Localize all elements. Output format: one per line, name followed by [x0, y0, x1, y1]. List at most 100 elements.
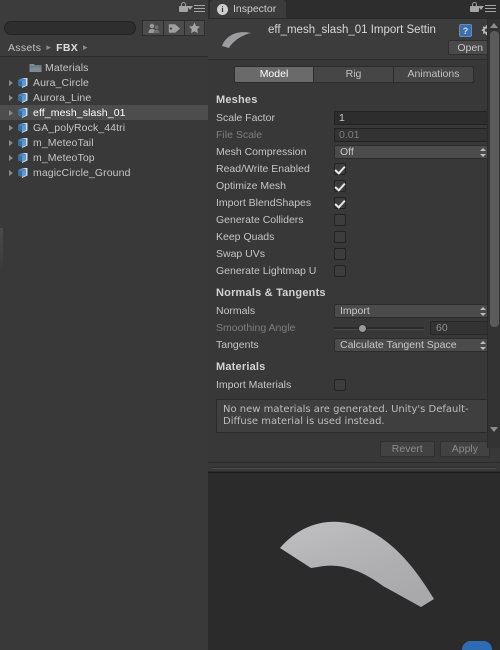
- search-input[interactable]: [4, 21, 136, 35]
- filter-by-type-button[interactable]: [142, 20, 163, 36]
- smoothing-angle-control: 60: [334, 320, 492, 335]
- mesh-compression-dropdown[interactable]: Off: [334, 144, 492, 159]
- breadcrumb-assets[interactable]: Assets: [8, 42, 41, 54]
- tab-model[interactable]: Model: [234, 65, 314, 83]
- inspector-header: eff_mesh_slash_01 Import Settin ? Open: [208, 19, 500, 60]
- expand-twisty[interactable]: [6, 78, 16, 88]
- list-item[interactable]: m_MeteoTail: [0, 135, 208, 150]
- tab-inspector[interactable]: i Inspector: [210, 0, 287, 18]
- field-scale-factor: Scale Factor 1: [216, 109, 492, 126]
- menu-icon[interactable]: [478, 3, 496, 13]
- slider-track: [334, 326, 424, 330]
- optimize-mesh-checkbox[interactable]: [334, 179, 346, 192]
- prefab-model-icon: [16, 91, 30, 104]
- breadcrumb-separator-1: ▸: [46, 42, 52, 52]
- import-settings-tabs: Model Rig Animations: [208, 60, 500, 85]
- smoothing-angle-slider[interactable]: [334, 322, 424, 334]
- project-titlebar: [0, 0, 208, 17]
- list-item-label: Aurora_Line: [33, 91, 92, 104]
- generate-lightmap-uvs-checkbox[interactable]: [334, 264, 346, 277]
- unity-editor-window: Assets ▸ FBX ▸ Materials Aura_Circle Aur…: [0, 0, 500, 650]
- scroll-up-arrow[interactable]: [488, 20, 499, 31]
- revert-button[interactable]: Revert: [379, 441, 435, 457]
- list-item-label: Materials: [45, 61, 89, 74]
- panel-resize-handle[interactable]: [0, 228, 3, 270]
- field-label: Optimize Mesh: [216, 179, 287, 192]
- expand-twisty[interactable]: [6, 123, 16, 133]
- page-title: eff_mesh_slash_01 Import Settin: [268, 24, 436, 36]
- inspector-scrollbar[interactable]: [487, 19, 500, 448]
- field-label: Mesh Compression: [216, 145, 307, 158]
- chevron-updown-icon: [480, 147, 487, 157]
- list-item-label: GA_polyRock_44tri: [33, 121, 126, 134]
- tab-animations[interactable]: Animations: [394, 65, 474, 83]
- list-item[interactable]: m_MeteoTop: [0, 150, 208, 165]
- field-label: Normals: [216, 304, 256, 317]
- list-item-label: eff_mesh_slash_01: [33, 106, 126, 119]
- breadcrumb-fbx[interactable]: FBX: [56, 42, 78, 54]
- field-swap-uvs: Swap UVs: [216, 245, 492, 262]
- file-scale-input: 0.01: [334, 127, 492, 142]
- model-import-settings: Meshes Scale Factor 1 File Scale 0.01 Me…: [208, 85, 500, 457]
- menu-icon[interactable]: [187, 3, 205, 13]
- expand-twisty[interactable]: [6, 108, 16, 118]
- list-item[interactable]: Aurora_Line: [0, 90, 208, 105]
- preview-control-pill[interactable]: [462, 641, 492, 650]
- list-item[interactable]: magicCircle_Ground: [0, 165, 208, 180]
- prefab-model-icon: [16, 106, 30, 119]
- list-item[interactable]: GA_polyRock_44tri: [0, 120, 208, 135]
- field-normals: Normals Import: [216, 302, 492, 319]
- scroll-down-arrow[interactable]: [488, 424, 499, 435]
- expand-twisty[interactable]: [6, 138, 16, 148]
- list-item-label: magicCircle_Ground: [33, 166, 131, 179]
- field-generate-colliders: Generate Colliders: [216, 211, 492, 228]
- tab-rig[interactable]: Rig: [314, 65, 394, 83]
- section-title-materials: Materials: [216, 361, 266, 373]
- scale-factor-input[interactable]: 1: [334, 110, 492, 125]
- import-materials-checkbox[interactable]: [334, 378, 346, 391]
- scrollbar-thumb[interactable]: [490, 31, 499, 327]
- chevron-updown-icon: [480, 340, 487, 350]
- inspector-window-controls: [470, 2, 496, 13]
- label-tag-icon: [168, 23, 180, 33]
- import-blendshapes-checkbox[interactable]: [334, 196, 346, 209]
- inspector-body: eff_mesh_slash_01 Import Settin ? Open M…: [208, 18, 500, 462]
- field-smoothing-angle: Smoothing Angle 60: [216, 319, 492, 336]
- filter-by-label-button[interactable]: [163, 20, 184, 36]
- mesh-preview[interactable]: [208, 472, 500, 650]
- expand-twisty[interactable]: [6, 93, 16, 103]
- help-icon[interactable]: ?: [459, 24, 472, 37]
- prefab-model-icon: [16, 136, 30, 149]
- field-label: Keep Quads: [216, 230, 275, 243]
- swap-uvs-checkbox[interactable]: [334, 247, 346, 260]
- project-window-controls: [179, 2, 205, 13]
- preview-splitter[interactable]: [208, 462, 500, 472]
- list-item[interactable]: Aura_Circle: [0, 75, 208, 90]
- normals-dropdown[interactable]: Import: [334, 303, 492, 318]
- tab-inspector-label: Inspector: [233, 3, 277, 15]
- asset-tree: Materials Aura_Circle Aurora_Line eff_me…: [0, 57, 208, 650]
- field-optimize-mesh: Optimize Mesh: [216, 177, 492, 194]
- field-generate-lightmap-uvs: Generate Lightmap U: [216, 262, 492, 279]
- list-item[interactable]: Materials: [0, 60, 208, 75]
- dropdown-value: Off: [340, 145, 354, 158]
- favorites-button[interactable]: [184, 20, 205, 36]
- breadcrumb-separator-2: ▸: [83, 42, 88, 52]
- slider-knob[interactable]: [358, 323, 368, 333]
- keep-quads-checkbox[interactable]: [334, 230, 346, 243]
- field-file-scale: File Scale 0.01: [216, 126, 492, 143]
- apply-button[interactable]: Apply: [439, 441, 490, 457]
- generate-colliders-checkbox[interactable]: [334, 213, 346, 226]
- asset-thumbnail: [218, 27, 260, 53]
- expand-twisty[interactable]: [6, 168, 16, 178]
- read-write-enabled-checkbox[interactable]: [334, 162, 346, 175]
- field-label: Smoothing Angle: [216, 321, 296, 334]
- expand-twisty[interactable]: [6, 153, 16, 163]
- prefab-model-icon: [16, 76, 30, 89]
- list-item-selected[interactable]: eff_mesh_slash_01: [0, 105, 208, 120]
- tangents-dropdown[interactable]: Calculate Tangent Space: [334, 337, 492, 352]
- field-label: Swap UVs: [216, 247, 266, 260]
- field-label: Import BlendShapes: [216, 196, 312, 209]
- field-label: File Scale: [216, 128, 263, 141]
- open-button[interactable]: Open: [448, 40, 492, 55]
